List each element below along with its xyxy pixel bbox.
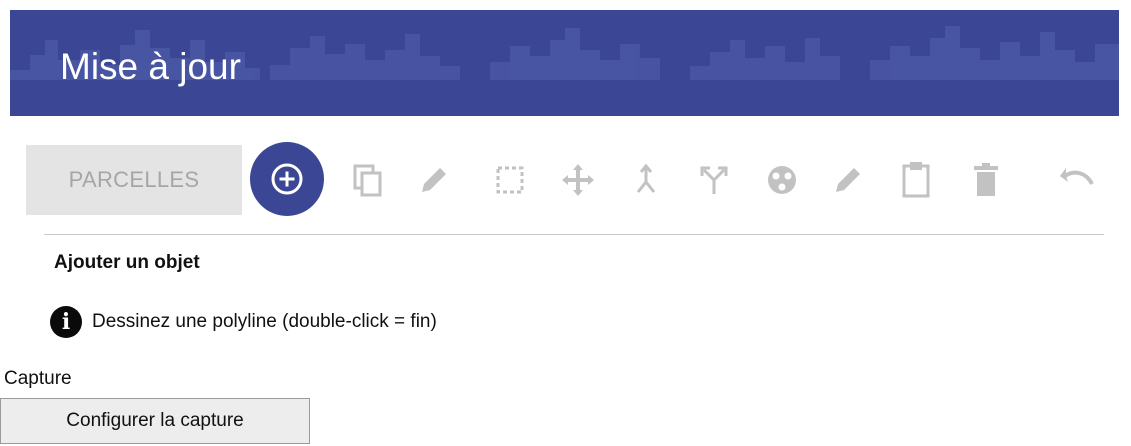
edit-geometry-button[interactable] <box>404 150 464 210</box>
merge-button[interactable] <box>616 150 676 210</box>
delete-button[interactable] <box>956 150 1016 210</box>
toolbar-divider <box>44 234 1104 235</box>
capture-label: Capture <box>4 368 72 389</box>
configure-capture-button[interactable]: Configurer la capture <box>0 398 310 444</box>
page-header: Mise à jour <box>10 10 1119 116</box>
aggregate-button[interactable] <box>752 150 812 210</box>
layer-tab-parcelles[interactable]: PARCELLES <box>26 145 242 215</box>
edit-attributes-icon <box>836 168 860 192</box>
clipboard-icon <box>902 162 930 198</box>
split-button[interactable] <box>684 150 744 210</box>
info-icon: i <box>50 306 82 338</box>
copy-button[interactable] <box>337 150 397 210</box>
section-title: Ajouter un objet <box>54 252 200 273</box>
info-message: i Dessinez une polyline (double-click = … <box>50 306 437 338</box>
move-button[interactable] <box>548 150 608 210</box>
paste-button[interactable] <box>886 150 946 210</box>
undo-icon <box>1060 168 1094 186</box>
copy-icon <box>353 164 382 197</box>
pencil-icon <box>422 168 446 192</box>
aggregate-icon <box>768 166 796 194</box>
undo-button[interactable] <box>1048 150 1108 210</box>
trash-icon <box>974 163 998 196</box>
split-icon <box>700 166 728 194</box>
add-circle-icon <box>271 163 303 195</box>
info-text: Dessinez une polyline (double-click = fi… <box>92 311 437 332</box>
page-title: Mise à jour <box>60 46 241 87</box>
move-icon <box>562 164 594 196</box>
merge-icon <box>636 163 656 193</box>
select-box-icon <box>496 166 524 194</box>
add-object-button[interactable] <box>250 142 324 216</box>
edit-attributes-button[interactable] <box>818 150 878 210</box>
select-button[interactable] <box>480 150 540 210</box>
